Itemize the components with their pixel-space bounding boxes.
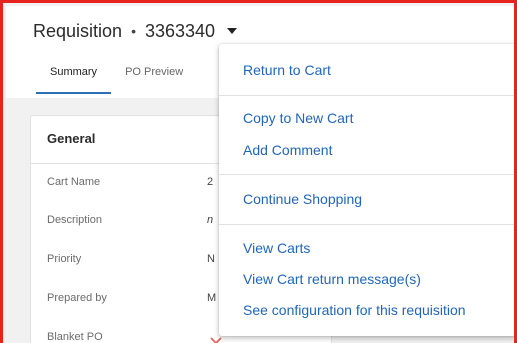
menu-item-add-comment[interactable]: Add Comment [243, 142, 332, 158]
field-value-priority: N [207, 253, 215, 265]
menu-item-continue-shopping[interactable]: Continue Shopping [243, 191, 362, 207]
x-icon [210, 337, 222, 343]
field-label-blanket-po: Blanket PO [47, 331, 103, 343]
menu-separator [219, 174, 514, 175]
general-card-title: General [47, 131, 96, 146]
menu-item-see-configuration[interactable]: See configuration for this requisition [243, 302, 466, 318]
requisition-number: 3363340 [144, 20, 216, 41]
menu-separator [219, 224, 514, 225]
requisition-actions-menu: Return to Cart Copy to New Cart Add Comm… [219, 44, 514, 336]
field-label-prepared-by: Prepared by [47, 292, 107, 304]
tab-po-preview[interactable]: PO Preview [111, 54, 197, 94]
menu-item-return-to-cart[interactable]: Return to Cart [243, 62, 331, 78]
tab-bar: Summary PO Preview [36, 54, 197, 94]
field-value-description: n [207, 214, 214, 226]
page-title: Requisition • 3363340 [33, 18, 238, 44]
menu-item-view-carts[interactable]: View Carts [243, 240, 310, 256]
field-label-description: Description [47, 214, 103, 226]
menu-item-view-cart-return-messages[interactable]: View Cart return message(s) [243, 271, 421, 287]
field-label-priority: Priority [47, 253, 82, 265]
menu-item-copy-to-new-cart[interactable]: Copy to New Cart [243, 110, 353, 126]
field-label-cart-name: Cart Name [47, 176, 101, 188]
menu-separator [219, 95, 514, 96]
app-frame: Requisition • 3363340 Summary PO Preview… [0, 0, 517, 343]
caret-down-icon[interactable] [227, 28, 238, 34]
title-separator: • [131, 23, 136, 39]
field-value-prepared-by: M [207, 292, 217, 304]
page-title-label: Requisition [33, 20, 123, 41]
tab-summary[interactable]: Summary [36, 54, 112, 94]
field-value-cart-name: 2 [207, 176, 214, 188]
